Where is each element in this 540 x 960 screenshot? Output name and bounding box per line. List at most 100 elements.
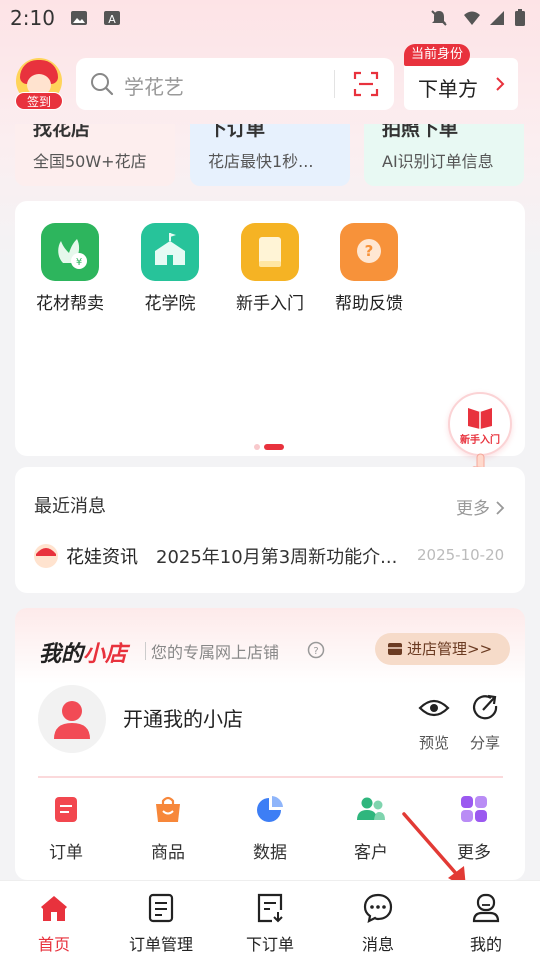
my-shop-slogan: 您的专属网上店铺 [151,643,280,662]
grid-label: 帮助反馈 [335,294,403,314]
feature-card-title: 找花店 [33,124,91,140]
feature-card-subtitle: AI识别订单信息 [382,152,494,171]
feature-card-place-order[interactable]: 下订单 花店最快1秒... [190,124,350,186]
recent-news-title: 最近消息 [34,496,106,517]
tool-label: 商品 [151,843,185,863]
store-icon [388,643,402,655]
order-icon [55,797,77,822]
nav-profile[interactable]: 我的 [441,893,531,955]
news-date: 2025-10-20 [417,546,505,564]
tool-orders[interactable]: 订单 [36,794,96,863]
image-icon [71,11,87,25]
help-icon: ? [340,223,398,281]
flower-sell-icon: ¥ [41,223,99,281]
nav-place-order[interactable]: 下订单 [225,893,315,955]
grid-label: 花学院 [144,294,196,314]
question-circle-icon[interactable]: ? [307,641,325,659]
book-icon [241,223,299,281]
tool-data[interactable]: 数据 [240,794,300,863]
pie-chart-icon [257,796,283,822]
news-title: 2025年10月第3周新功能介... [156,547,398,568]
nav-label: 订单管理 [128,935,193,954]
grid-label: 新手入门 [236,294,304,314]
nav-label: 消息 [361,935,394,954]
news-source-avatar [34,544,58,568]
customers-icon [357,797,385,820]
shop-manage-button[interactable]: 进店管理>> [375,633,510,665]
wifi-icon [464,11,480,25]
my-shop-brand: 我的小店 [39,636,127,668]
search-placeholder: 学花艺 [124,75,184,99]
feature-card-subtitle: 全国50W+花店 [33,152,147,171]
grid-item-beginner[interactable]: 新手入门 [225,223,315,314]
grid-item-help[interactable]: ? 帮助反馈 [324,223,414,314]
grid-item-school[interactable]: 花学院 [125,223,215,314]
profile-icon [472,893,500,923]
nav-label: 下订单 [245,935,294,954]
scan-icon[interactable] [353,71,379,97]
a-icon: A [104,11,120,26]
carousel-dot [254,444,260,450]
order-list-icon [148,893,174,923]
search-bar[interactable]: 学花艺 [76,58,394,110]
nav-label: 首页 [37,935,70,954]
mute-icon [431,10,447,26]
eye-icon [418,699,450,717]
floating-guide-label: 新手入门 [460,435,500,446]
user-avatar[interactable]: 签到 [14,58,64,110]
share-label: 分享 [469,734,500,752]
tool-label: 客户 [354,843,388,863]
svg-text:A: A [108,13,116,26]
nav-label: 我的 [469,935,502,954]
chevron-right-icon [496,77,505,91]
brand-part1: 我的 [39,642,84,667]
home-icon [41,896,67,921]
bag-icon [156,796,180,822]
shop-manage-label: 进店管理>> [407,640,493,658]
search-icon [91,73,114,96]
preview-label: 预览 [418,734,449,752]
shop-avatar [38,685,106,753]
share-button[interactable]: 分享 [465,694,505,753]
open-shop-label[interactable]: 开通我的小店 [123,703,243,732]
grid-item-flower-sell[interactable]: ¥ 花材帮卖 [25,223,115,314]
floating-beginner-guide[interactable]: 新手入门 [448,392,512,456]
battery-icon [515,9,525,26]
chevron-right-icon [496,501,505,515]
feature-card-title: 拍照下单 [382,124,459,140]
news-source: 花娃资讯 [66,547,138,568]
tool-products[interactable]: 商品 [138,794,198,863]
brand-part2: 小店 [83,642,128,667]
tool-label: 数据 [253,843,287,863]
svg-text:¥: ¥ [76,257,82,268]
nav-order-management[interactable]: 订单管理 [116,893,206,955]
nav-messages[interactable]: 消息 [333,893,423,955]
signal-icon [490,11,504,25]
svg-text:?: ? [313,646,318,657]
feature-card-title: 下订单 [208,124,266,140]
carousel-dot-active [264,444,284,450]
identity-value: 下单方 [418,77,478,101]
tool-customers[interactable]: 客户 [341,794,401,863]
status-bar: 2:10 A [0,0,540,38]
tool-label: 订单 [49,843,83,863]
sign-in-badge[interactable]: 签到 [15,92,63,110]
identity-tag: 当前身份 [404,44,471,66]
recent-news-panel [15,467,525,593]
carousel-indicator [254,435,284,454]
feature-card-subtitle: 花店最快1秒... [208,152,314,171]
place-order-icon [257,893,283,923]
share-icon [473,694,498,720]
feature-card-photo-order[interactable]: 拍照下单 AI识别订单信息 [364,124,524,186]
feature-card-find-shop[interactable]: 找花店 全国50W+花店 [15,124,175,186]
bottom-nav: 首页 订单管理 下订单 消息 我的 [0,880,540,960]
recent-news-more[interactable]: 更多 [456,494,505,519]
search-divider [334,70,335,98]
grid-label: 花材帮卖 [36,294,104,314]
preview-button[interactable]: 预览 [414,694,454,753]
shop-divider [38,776,503,778]
nav-home[interactable]: 首页 [9,893,99,955]
status-time: 2:10 [10,6,55,30]
brand-divider [145,642,146,660]
message-icon [363,893,393,923]
